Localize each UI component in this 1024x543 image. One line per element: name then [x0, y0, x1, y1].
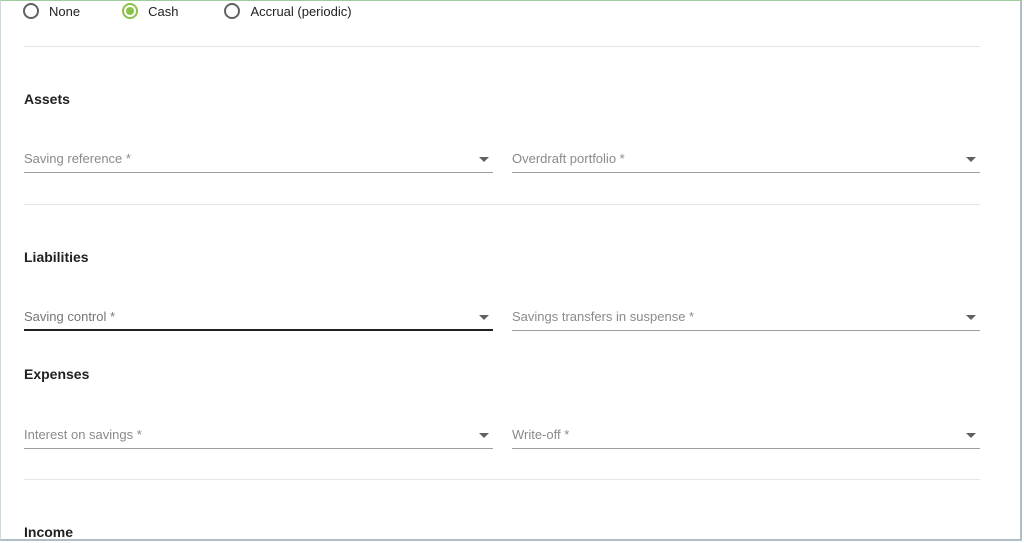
- saving-control-label: Saving control *: [24, 309, 116, 324]
- overdraft-portfolio-label: Overdraft portfolio *: [512, 151, 625, 166]
- section-title-assets: Assets: [24, 91, 70, 107]
- radio-accrual-periodic[interactable]: Accrual (periodic): [224, 3, 352, 19]
- radio-cash-selected-dot: [126, 7, 135, 15]
- interest-on-savings-label: Interest on savings *: [24, 427, 142, 442]
- radio-cash[interactable]: Cash: [122, 3, 178, 19]
- radio-accrual-label: Accrual (periodic): [250, 3, 352, 19]
- accounting-form: None Cash Accrual (periodic) Assets Savi…: [0, 0, 1022, 541]
- overdraft-portfolio-select[interactable]: Overdraft portfolio *: [512, 149, 980, 173]
- section-title-liabilities: Liabilities: [24, 249, 89, 265]
- radio-cash-circle[interactable]: [122, 3, 139, 19]
- radio-none[interactable]: None: [23, 3, 80, 19]
- write-off-select[interactable]: Write-off *: [512, 425, 980, 449]
- write-off-label: Write-off *: [512, 427, 570, 442]
- savings-transfers-in-suspense-select[interactable]: Savings transfers in suspense *: [512, 307, 980, 331]
- radio-accrual-circle[interactable]: [224, 3, 241, 19]
- divider: [24, 479, 980, 480]
- radio-cash-label: Cash: [148, 3, 179, 19]
- dropdown-arrow-icon: [966, 433, 976, 438]
- interest-on-savings-select[interactable]: Interest on savings *: [24, 425, 493, 449]
- dropdown-arrow-icon: [479, 433, 489, 438]
- radio-none-label: None: [49, 3, 81, 19]
- dropdown-arrow-icon: [966, 157, 976, 162]
- accounting-radio-group: None Cash Accrual (periodic): [23, 1, 352, 21]
- savings-transfers-in-suspense-label: Savings transfers in suspense *: [512, 309, 695, 324]
- saving-control-select[interactable]: Saving control *: [24, 307, 493, 331]
- section-title-expenses: Expenses: [24, 366, 90, 382]
- divider: [24, 46, 980, 47]
- saving-reference-select[interactable]: Saving reference *: [24, 149, 493, 173]
- saving-reference-label: Saving reference *: [24, 151, 131, 166]
- divider: [24, 204, 980, 205]
- radio-none-circle[interactable]: [23, 3, 39, 19]
- dropdown-arrow-icon: [479, 157, 489, 162]
- dropdown-arrow-icon: [966, 315, 976, 320]
- section-title-income: Income: [24, 524, 74, 540]
- dropdown-arrow-icon: [479, 315, 489, 320]
